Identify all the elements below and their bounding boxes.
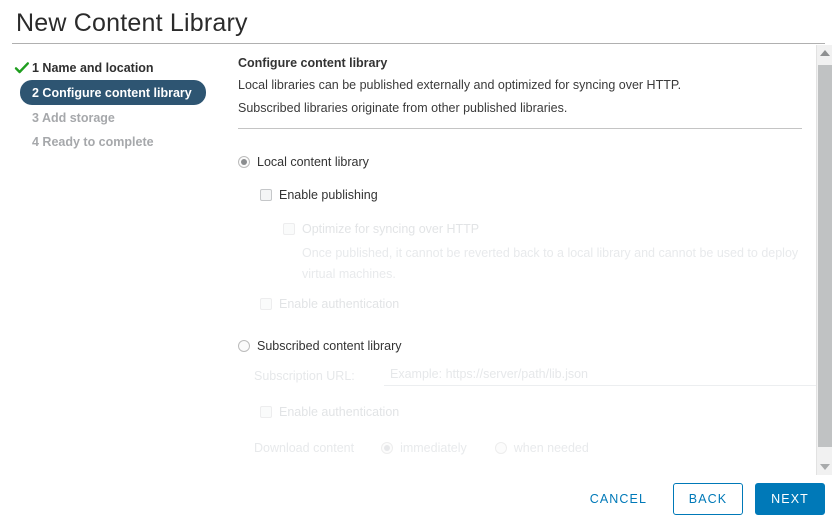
radio-download-when-needed: when needed [494, 440, 589, 456]
checkbox-enable-publishing[interactable]: Enable publishing [260, 187, 820, 203]
scroll-up-arrow-icon[interactable] [817, 45, 832, 61]
checkbox-indicator-icon [260, 406, 272, 418]
download-content-row: Download content immediately when needed [254, 440, 820, 456]
sidebar-step-label: 3 Add storage [32, 110, 115, 125]
radio-subscribed-content-library[interactable]: Subscribed content library [238, 338, 820, 354]
cancel-button[interactable]: CANCEL [572, 483, 665, 515]
checkbox-indicator-icon [260, 298, 272, 310]
radio-label: Subscribed content library [257, 339, 402, 353]
checkbox-label: Enable publishing [279, 188, 378, 202]
checkbox-indicator-icon [260, 189, 272, 201]
page-title: New Content Library [16, 9, 248, 37]
radio-local-content-library[interactable]: Local content library [238, 154, 820, 170]
triangle-up-icon [819, 50, 830, 56]
panel-heading: Configure content library [238, 56, 388, 70]
triangle-down-icon [819, 464, 830, 470]
checkmark-icon [14, 60, 30, 76]
radio-indicator-icon [238, 340, 250, 352]
radio-download-immediately: immediately [381, 440, 467, 456]
radio-label: immediately [400, 441, 467, 455]
title-divider [12, 43, 825, 44]
checkbox-indicator-icon [283, 223, 295, 235]
checkbox-optimize-for-syncing-over-http: Optimize for syncing over HTTP [283, 221, 820, 237]
radio-label: when needed [513, 441, 589, 455]
radio-indicator-icon [494, 442, 507, 454]
checkbox-local-enable-authentication: Enable authentication [260, 296, 820, 312]
download-content-label: Download content [254, 441, 355, 455]
vertical-scrollbar[interactable] [816, 45, 832, 475]
checkbox-label: Enable authentication [279, 405, 400, 419]
panel-description-line-2: Subscribed libraries originate from othe… [238, 101, 568, 115]
sidebar-step-label: 1 Name and location [32, 60, 154, 75]
scrollbar-thumb[interactable] [818, 65, 832, 447]
subscription-url-input[interactable] [384, 367, 820, 386]
subscription-url-row: Subscription URL: [254, 367, 820, 386]
radio-label: Local content library [257, 155, 369, 169]
next-button[interactable]: NEXT [755, 483, 825, 515]
back-button[interactable]: BACK [673, 483, 743, 515]
sidebar-step-ready-to-complete[interactable]: 4 Ready to complete [0, 130, 228, 153]
sidebar-step-label: 4 Ready to complete [32, 134, 154, 149]
wizard-steps-sidebar: 1 Name and location 2 Configure content … [0, 56, 228, 154]
panel-description-line-1: Local libraries can be published externa… [238, 78, 682, 92]
checkbox-subscribed-enable-authentication: Enable authentication [260, 404, 820, 420]
radio-indicator-icon [381, 442, 394, 454]
scroll-down-arrow-icon[interactable] [817, 459, 832, 475]
panel-divider [238, 128, 802, 129]
sidebar-step-name-and-location[interactable]: 1 Name and location [0, 56, 228, 79]
radio-indicator-icon [238, 156, 250, 168]
content-panel: Configure content library Local librarie… [232, 45, 820, 475]
sidebar-step-add-storage[interactable]: 3 Add storage [0, 106, 228, 129]
optimize-help-text: Once published, it cannot be reverted ba… [302, 246, 799, 281]
sidebar-step-label: 2 Configure content library [32, 85, 192, 100]
checkbox-label: Enable authentication [279, 297, 400, 311]
footer-button-bar: CANCEL BACK NEXT [572, 483, 825, 515]
subscription-url-label: Subscription URL: [254, 369, 355, 383]
sidebar-step-configure-content-library[interactable]: 2 Configure content library [20, 80, 206, 105]
checkbox-label: Optimize for syncing over HTTP [302, 222, 480, 236]
